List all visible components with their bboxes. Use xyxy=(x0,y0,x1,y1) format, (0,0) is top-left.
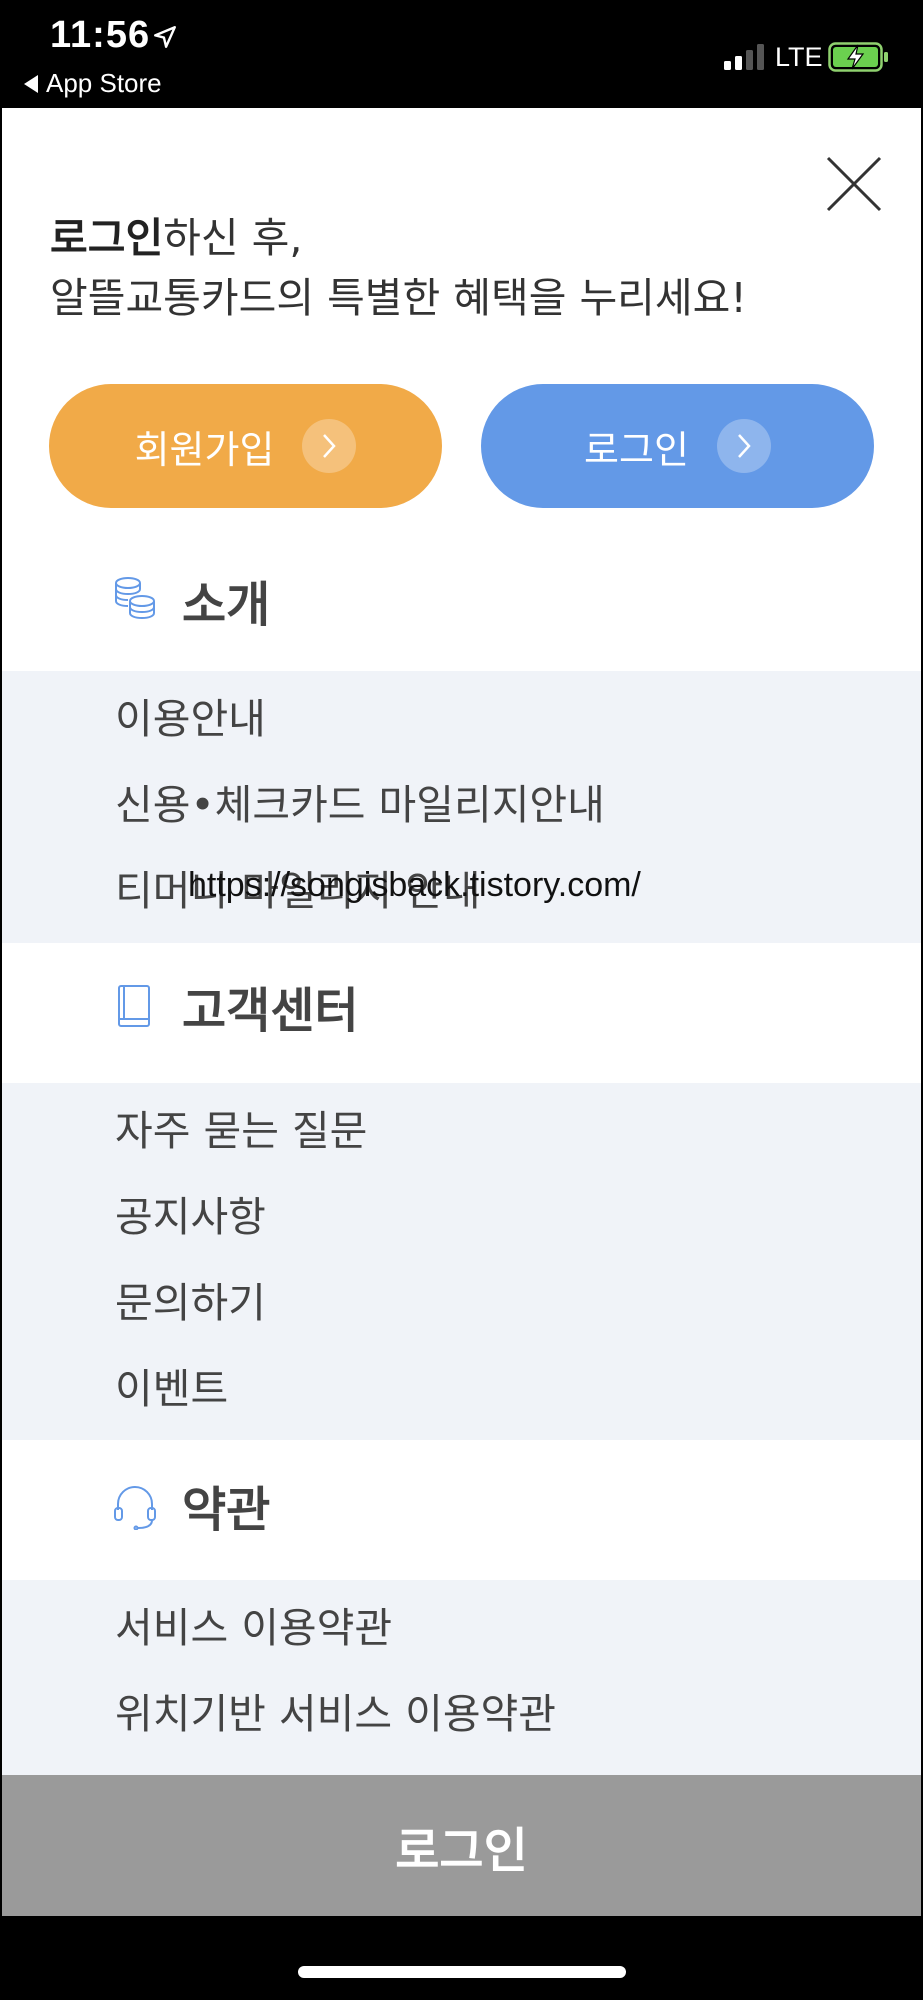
signup-label: 회원가입 xyxy=(134,427,275,472)
headset-icon xyxy=(114,1486,156,1530)
home-indicator[interactable] xyxy=(298,1966,626,1978)
status-bar: 11:56 App Store LTE xyxy=(0,0,923,108)
chevron-right-icon xyxy=(302,419,357,473)
menu-item-location-terms[interactable]: 위치기반 서비스 이용약관 xyxy=(115,1680,556,1740)
section-list-support: 자주 묻는 질문 공지사항 문의하기 이벤트 xyxy=(2,1083,921,1440)
coins-icon xyxy=(115,577,155,620)
menu-item-service-terms[interactable]: 서비스 이용약관 xyxy=(115,1594,392,1654)
intro-line-1-rest: 하신 후, xyxy=(163,214,303,262)
menu-sheet: 로그인하신 후, 알뜰교통카드의 특별한 혜택을 누리세요! 회원가입 로그인 xyxy=(2,108,921,1916)
login-button[interactable]: 로그인 xyxy=(481,384,874,508)
section-title: 고객센터 xyxy=(182,983,359,1039)
bottom-login-button[interactable]: 로그인 xyxy=(2,1775,921,1916)
section-title: 약관 xyxy=(182,1482,271,1538)
watermark-url: https://songisback.tistory.com/ xyxy=(188,866,641,904)
login-label: 로그인 xyxy=(584,427,689,472)
menu-item-notice[interactable]: 공지사항 xyxy=(115,1183,266,1243)
close-icon[interactable] xyxy=(824,154,884,214)
menu-item-usage-guide[interactable]: 이용안내 xyxy=(115,685,266,745)
intro-line-2: 알뜰교통카드의 특별한 혜택을 누리세요! xyxy=(50,274,747,322)
back-triangle-icon xyxy=(24,74,38,93)
menu-item-card-mileage[interactable]: 신용•체크카드 마일리지안내 xyxy=(115,771,605,831)
intro-login-bold: 로그인 xyxy=(50,214,164,262)
intro-message: 로그인하신 후, 알뜰교통카드의 특별한 혜택을 누리세요! xyxy=(50,208,747,328)
signal-icon xyxy=(724,44,764,70)
back-to-app-store[interactable]: App Store xyxy=(24,68,162,99)
location-arrow-icon xyxy=(154,26,176,48)
signup-button[interactable]: 회원가입 xyxy=(49,384,442,508)
intro-line-1: 로그인하신 후, xyxy=(50,208,747,268)
status-time: 11:56 xyxy=(50,14,151,56)
battery-charging-icon xyxy=(828,42,888,72)
book-icon xyxy=(118,985,150,1027)
section-header-support: 고객센터 xyxy=(2,943,921,1073)
section-header-intro: 소개 xyxy=(2,535,921,665)
section-header-terms: 약관 xyxy=(2,1440,921,1570)
network-type: LTE xyxy=(775,42,823,72)
back-app-store-label: App Store xyxy=(46,68,162,98)
menu-item-inquiry[interactable]: 문의하기 xyxy=(115,1269,266,1329)
section-title: 소개 xyxy=(182,577,271,633)
chevron-right-icon xyxy=(716,419,771,473)
section-list-terms: 서비스 이용약관 위치기반 서비스 이용약관 xyxy=(2,1580,921,1775)
menu-item-event[interactable]: 이벤트 xyxy=(115,1355,228,1415)
menu-item-faq[interactable]: 자주 묻는 질문 xyxy=(115,1097,367,1157)
